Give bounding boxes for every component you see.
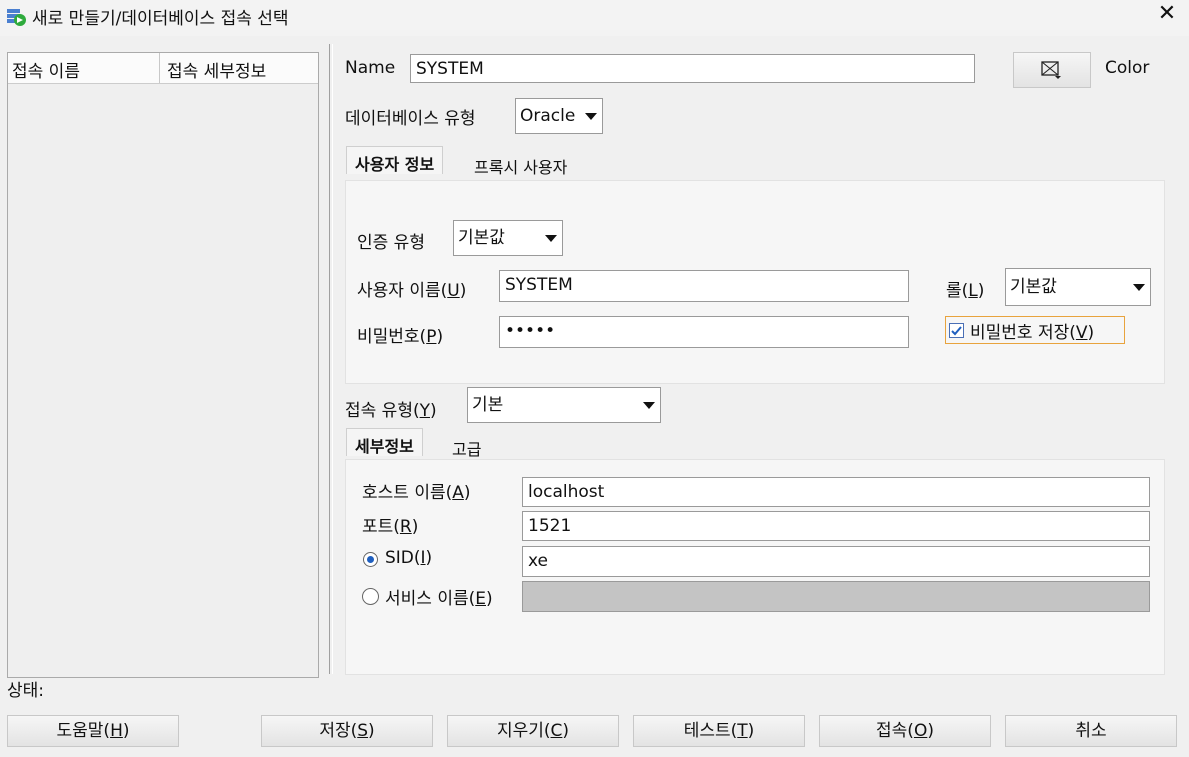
connection-type-value: 기본: [472, 395, 504, 415]
name-label: Name: [345, 58, 396, 78]
help-button[interactable]: 도움말(H): [7, 715, 179, 747]
clear-button[interactable]: 지우기(C): [447, 715, 619, 747]
database-type-value: Oracle: [520, 106, 576, 126]
host-input[interactable]: localhost: [522, 477, 1150, 507]
chevron-down-icon: [643, 402, 655, 409]
window-title: 새로 만들기/데이터베이스 접속 선택: [32, 9, 289, 29]
chevron-down-icon: [1133, 284, 1145, 291]
split-pane-divider[interactable]: [329, 44, 330, 674]
chevron-down-icon: [545, 235, 557, 242]
connect-button[interactable]: 접속(O): [819, 715, 991, 747]
tab-details[interactable]: 세부정보: [346, 428, 423, 456]
title-bar: 새로 만들기/데이터베이스 접속 선택 ✕: [0, 0, 1189, 36]
role-select[interactable]: 기본값: [1005, 268, 1151, 306]
column-divider[interactable]: [159, 53, 160, 83]
service-name-input[interactable]: [522, 581, 1150, 612]
auth-type-value: 기본값: [458, 228, 505, 248]
color-picker-button[interactable]: [1013, 52, 1091, 88]
username-label: 사용자 이름(U): [357, 281, 467, 301]
auth-type-select[interactable]: 기본값: [453, 220, 563, 256]
connection-type-label: 접속 유형(Y): [345, 401, 437, 421]
save-password-label: 비밀번호 저장(V): [970, 323, 1095, 343]
service-name-radio[interactable]: [362, 588, 379, 605]
service-name-label: 서비스 이름(E): [385, 589, 493, 609]
column-header-connection-details[interactable]: 접속 세부정보: [167, 57, 266, 82]
status-label: 상태:: [7, 681, 45, 701]
username-input[interactable]: SYSTEM: [499, 270, 909, 302]
database-type-select[interactable]: Oracle: [515, 98, 603, 134]
color-label: Color: [1105, 58, 1150, 78]
role-label: 롤(L): [946, 281, 985, 301]
close-button[interactable]: ✕: [1152, 0, 1182, 30]
database-type-label: 데이터베이스 유형: [345, 109, 476, 129]
port-input[interactable]: 1521: [522, 511, 1150, 541]
tab-proxy-user[interactable]: 프록시 사용자: [466, 150, 575, 182]
host-label: 호스트 이름(A): [362, 483, 471, 503]
port-label: 포트(R): [362, 517, 419, 537]
password-label: 비밀번호(P): [357, 327, 444, 347]
envelope-dropdown-icon: [1041, 61, 1061, 79]
database-new-icon: [7, 9, 26, 26]
save-password-checkbox-group[interactable]: 비밀번호 저장(V): [945, 316, 1125, 344]
connection-list-header: 접속 이름 접속 세부정보: [8, 53, 318, 84]
password-input[interactable]: •••••: [499, 316, 909, 348]
save-password-checkbox[interactable]: [949, 323, 964, 338]
sid-input[interactable]: xe: [522, 546, 1150, 577]
checkmark-icon: [951, 326, 962, 336]
auth-type-label: 인증 유형: [357, 233, 425, 253]
connection-list[interactable]: 접속 이름 접속 세부정보: [7, 52, 319, 678]
cancel-button[interactable]: 취소: [1005, 715, 1177, 747]
name-input[interactable]: SYSTEM: [410, 54, 975, 83]
role-value: 기본값: [1010, 277, 1057, 297]
chevron-down-icon: [585, 113, 597, 120]
test-button[interactable]: 테스트(T): [633, 715, 805, 747]
column-header-connection-name[interactable]: 접속 이름: [12, 57, 80, 82]
save-button[interactable]: 저장(S): [261, 715, 433, 747]
split-pane-divider-highlight: [332, 44, 333, 674]
sid-label: SID(I): [385, 548, 433, 568]
sid-radio[interactable]: [363, 552, 378, 567]
close-icon: ✕: [1157, 1, 1177, 26]
connection-type-select[interactable]: 기본: [467, 387, 661, 423]
tab-user-info[interactable]: 사용자 정보: [346, 146, 444, 174]
